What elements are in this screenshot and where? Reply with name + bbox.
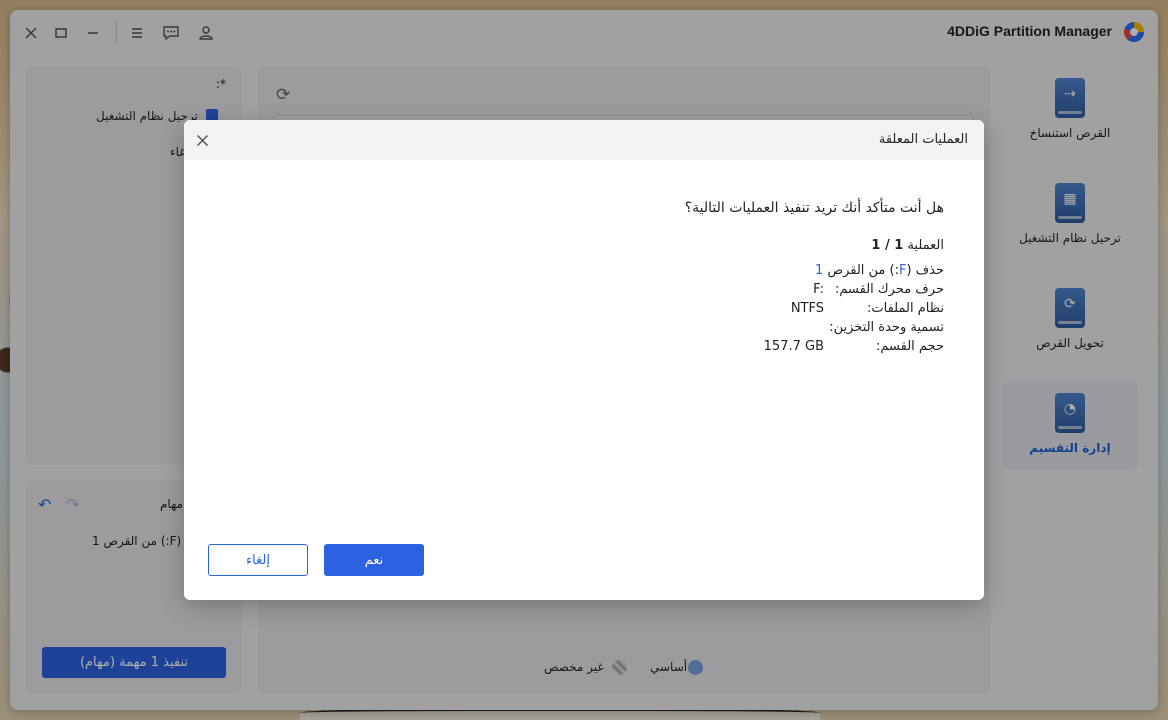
confirm-question: هل أنت متأكد أنك تريد تنفيذ العمليات الت… bbox=[684, 200, 944, 216]
operation-count: 1 / 1 bbox=[871, 238, 904, 253]
field-label: حرف محرك القسم: bbox=[835, 282, 944, 297]
field-label: حجم القسم: bbox=[876, 339, 944, 354]
field-row: نظام الملفات: NTFS bbox=[444, 301, 944, 320]
dialog-header: العمليات المعلقة bbox=[184, 120, 984, 160]
pending-operations-dialog: العمليات المعلقة هل أنت متأكد أنك تريد ت… bbox=[184, 120, 984, 600]
close-icon[interactable] bbox=[192, 130, 212, 150]
delete-middle: :) من القرص bbox=[823, 263, 899, 278]
dialog-title: العمليات المعلقة bbox=[878, 132, 968, 147]
disk-number: 1 bbox=[814, 263, 824, 278]
field-value: NTFS bbox=[790, 301, 824, 316]
delete-prefix: حذف ( bbox=[906, 263, 944, 278]
cancel-button[interactable]: إلغاء bbox=[208, 544, 308, 576]
yes-button[interactable]: نعم bbox=[324, 544, 424, 576]
field-row: حجم القسم: 157.7 GB bbox=[444, 339, 944, 358]
dialog-body: هل أنت متأكد أنك تريد تنفيذ العمليات الت… bbox=[444, 200, 944, 358]
operation-label: العملية bbox=[907, 238, 944, 253]
field-row: تسمية وحدة التخزين: bbox=[444, 320, 944, 339]
delete-operation-text: حذف (F:) من القرص 1 bbox=[815, 263, 944, 278]
field-value: 157.7 GB bbox=[763, 339, 824, 354]
field-row: حرف محرك القسم: F: bbox=[444, 282, 944, 301]
delete-operation-line: حذف (F:) من القرص 1 bbox=[444, 263, 944, 282]
field-label: تسمية وحدة التخزين: bbox=[829, 320, 944, 335]
field-label: نظام الملفات: bbox=[867, 301, 944, 316]
operation-counter: العملية 1 / 1 bbox=[444, 238, 944, 253]
field-value: F: bbox=[813, 282, 824, 297]
